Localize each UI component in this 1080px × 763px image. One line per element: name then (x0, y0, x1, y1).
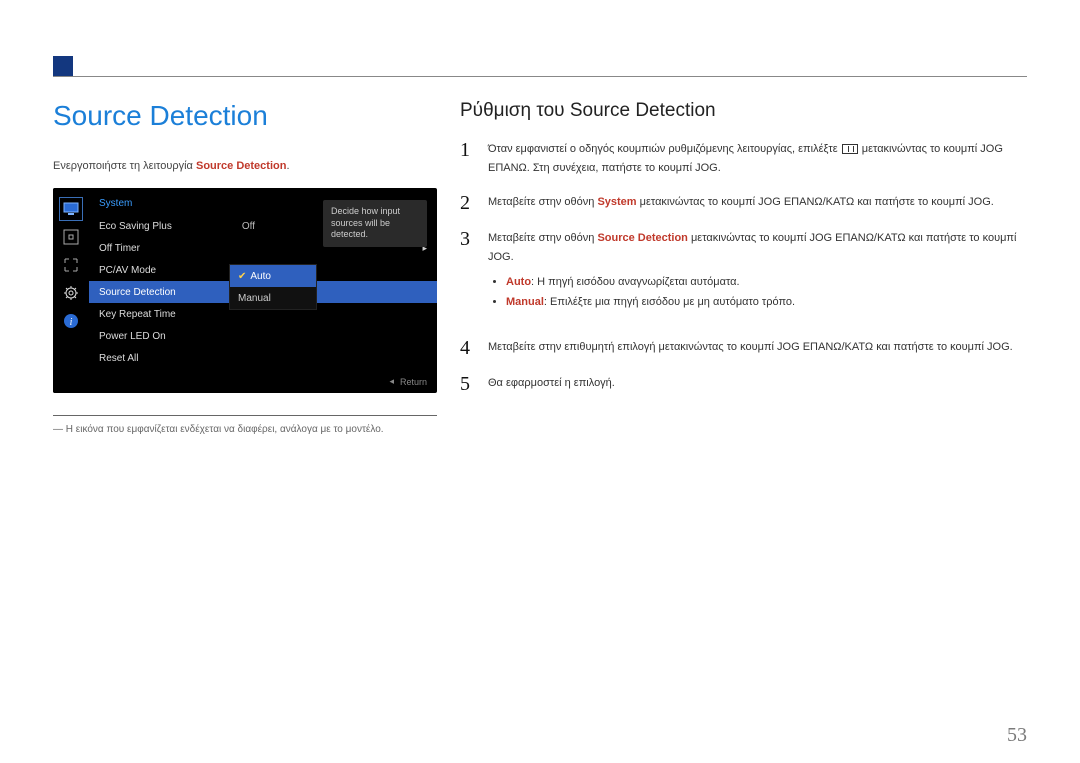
step-number: 2 (460, 193, 488, 213)
step-4: 4 Μεταβείτε στην επιθυμητή επιλογή μετακ… (460, 338, 1026, 358)
menu-label: Key Repeat Time (99, 309, 219, 320)
submenu-option-manual[interactable]: Manual (230, 287, 316, 309)
step-number: 4 (460, 338, 488, 358)
step-2: 2 Μεταβείτε στην οθόνη System μετακινώντ… (460, 193, 1026, 213)
step-body: Όταν εμφανιστεί ο οδηγός κουμπιών ρυθμιζ… (488, 140, 1026, 177)
intro-keyword: Source Detection (196, 160, 286, 172)
step2-a: Μεταβείτε στην οθόνη (488, 196, 597, 208)
menu-value: Off (219, 221, 255, 232)
step-number: 5 (460, 374, 488, 394)
intro-prefix: Ενεργοποιήστε τη λειτουργία (53, 160, 196, 172)
bullet-keyword: Auto (506, 276, 531, 288)
menu-label: Source Detection (99, 287, 219, 298)
osd-screenshot: i System Eco Saving PlusOff Off Timer▸ P… (53, 188, 437, 393)
step-number: 1 (460, 140, 488, 177)
bullet-manual: Manual: Επιλέξτε μια πηγή εισόδου με μη … (506, 293, 1026, 312)
step2-keyword: System (597, 196, 636, 208)
intro-suffix: . (286, 160, 289, 172)
bullet-keyword: Manual (506, 296, 544, 308)
divider (53, 415, 437, 416)
osd-tooltip: Decide how input sources will be detecte… (323, 200, 427, 247)
svg-text:i: i (70, 317, 73, 328)
step-1: 1 Όταν εμφανιστεί ο οδηγός κουμπιών ρυθμ… (460, 140, 1026, 177)
resize-icon[interactable] (60, 254, 82, 276)
menu-label: Reset All (99, 353, 219, 364)
right-column: Ρύθμιση του Source Detection 1 Όταν εμφα… (460, 100, 1026, 410)
header-accent (53, 56, 73, 76)
page-title: Source Detection (53, 100, 437, 132)
step-3: 3 Μεταβείτε στην οθόνη Source Detection … (460, 229, 1026, 322)
menu-reset-all[interactable]: Reset All (89, 347, 437, 369)
step2-b: μετακινώντας το κουμπί JOG ΕΠΑΝΩ/ΚΑΤΩ κα… (637, 196, 994, 208)
step-number: 3 (460, 229, 488, 322)
left-column: Source Detection Ενεργοποιήστε τη λειτου… (53, 100, 437, 435)
osd-return[interactable]: ◂ Return (389, 376, 427, 387)
step-5: 5 Θα εφαρμοστεί η επιλογή. (460, 374, 1026, 394)
step-body: Μεταβείτε στην επιθυμητή επιλογή μετακιν… (488, 338, 1026, 358)
bullet-auto: Auto: Η πηγή εισόδου αναγνωρίζεται αυτόμ… (506, 273, 1026, 292)
submenu-label: Auto (250, 271, 271, 282)
page-number: 53 (1007, 724, 1027, 747)
monitor-icon[interactable] (60, 198, 82, 220)
bullet-text: : Επιλέξτε μια πηγή εισόδου με μη αυτόμα… (544, 296, 795, 308)
info-icon[interactable]: i (60, 310, 82, 332)
return-label: Return (400, 377, 427, 387)
step-body: Μεταβείτε στην οθόνη Source Detection με… (488, 229, 1026, 322)
menu-label: PC/AV Mode (99, 265, 219, 276)
step3-keyword: Source Detection (597, 232, 687, 244)
osd-sidebar: i (53, 188, 89, 393)
intro-text: Ενεργοποιήστε τη λειτουργία Source Detec… (53, 160, 437, 172)
step-body: Θα εφαρμοστεί η επιλογή. (488, 374, 1026, 394)
menu-label: Off Timer (99, 243, 219, 254)
submenu-option-auto[interactable]: ✔ Auto (230, 265, 316, 287)
gear-icon[interactable] (60, 282, 82, 304)
footnote: Η εικόνα που εμφανίζεται ενδέχεται να δι… (53, 424, 437, 435)
menu-label: Eco Saving Plus (99, 221, 219, 232)
menu-power-led[interactable]: Power LED On (89, 325, 437, 347)
bullet-text: : Η πηγή εισόδου αναγνωρίζεται αυτόματα. (531, 276, 740, 288)
bullets: Auto: Η πηγή εισόδου αναγνωρίζεται αυτόμ… (506, 273, 1026, 312)
header-rule (53, 76, 1027, 77)
step-body: Μεταβείτε στην οθόνη System μετακινώντας… (488, 193, 1026, 213)
section-heading: Ρύθμιση του Source Detection (460, 100, 1026, 122)
chevron-left-icon: ◂ (389, 376, 394, 387)
menu-grid-icon (842, 144, 858, 154)
picture-icon[interactable] (60, 226, 82, 248)
steps-list: 1 Όταν εμφανιστεί ο οδηγός κουμπιών ρυθμ… (460, 140, 1026, 394)
step3-a: Μεταβείτε στην οθόνη (488, 232, 597, 244)
step1-a: Όταν εμφανιστεί ο οδηγός κουμπιών ρυθμιζ… (488, 143, 841, 155)
menu-label: Power LED On (99, 331, 219, 342)
submenu-label: Manual (238, 293, 271, 304)
check-icon: ✔ (238, 271, 246, 282)
submenu: ✔ Auto Manual (229, 264, 317, 310)
